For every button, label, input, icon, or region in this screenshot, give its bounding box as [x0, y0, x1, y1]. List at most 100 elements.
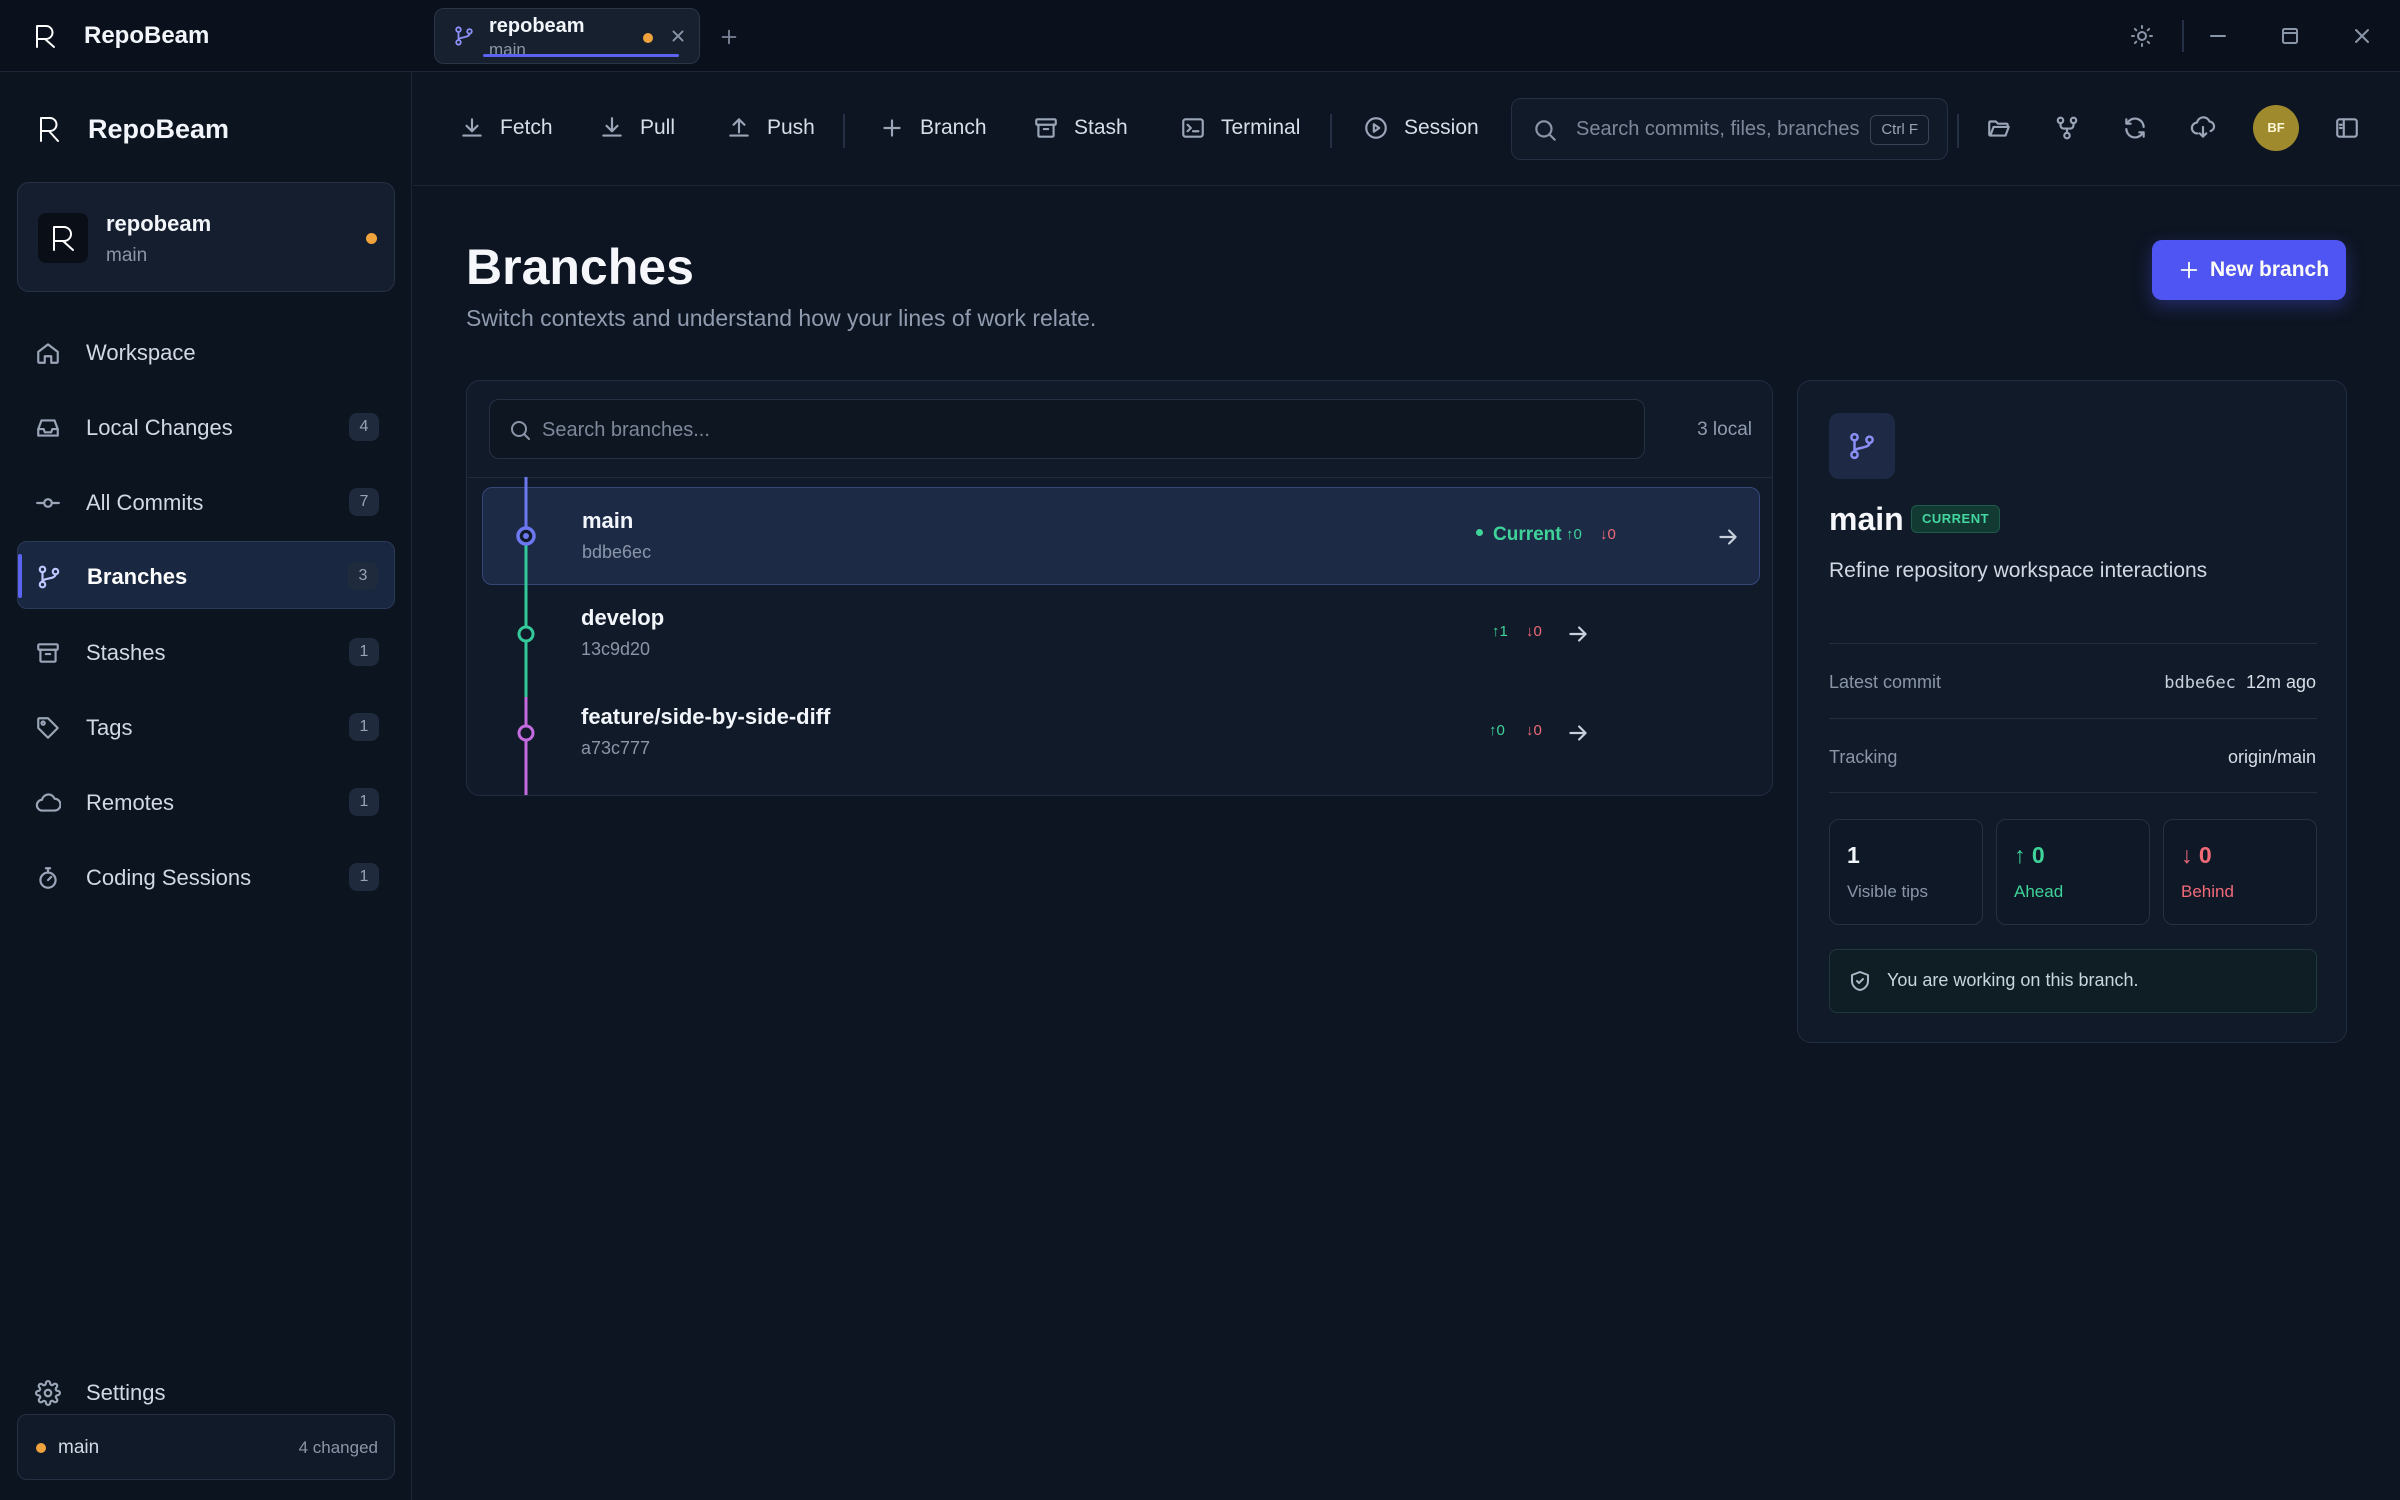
arrow-right-icon[interactable] [1715, 524, 1741, 550]
branch-icon [455, 26, 473, 46]
branch-search-field[interactable] [489, 399, 1645, 459]
sidebar-item-all-commits[interactable]: All Commits 7 [17, 468, 395, 536]
ahead-count: ↑0 [1489, 722, 1505, 739]
behind-label: Behind [2181, 882, 2234, 901]
tab-subtitle: main [489, 40, 526, 59]
arrow-right-icon[interactable] [1565, 720, 1591, 746]
branch-row-develop[interactable]: develop 13c9d20 ↑1 ↓0 [482, 585, 1760, 683]
unsaved-dot-indicator [643, 33, 653, 43]
count-badge: 1 [349, 638, 379, 666]
branch-icon [38, 565, 60, 589]
window-tab-repobeam[interactable]: repobeam main [434, 8, 700, 64]
toggle-panel-icon[interactable] [2334, 115, 2360, 141]
working-branch-note: You are working on this branch. [1829, 949, 2317, 1013]
timer-icon [39, 867, 57, 889]
terminal-label: Terminal [1221, 116, 1301, 139]
count-badge: 7 [349, 488, 379, 516]
new-branch-button[interactable]: New branch [2152, 240, 2346, 300]
sidebar-item-workspace[interactable]: Workspace [17, 318, 395, 386]
terminal-icon [1182, 118, 1204, 138]
count-badge: 3 [348, 562, 378, 590]
detail-divider [1829, 792, 2317, 793]
user-avatar[interactable]: BF [2253, 105, 2299, 151]
sidebar-item-label: All Commits [86, 490, 204, 515]
behind-count: ↓0 [1526, 623, 1542, 640]
sidebar-item-label: Remotes [86, 790, 175, 815]
sidebar-item-remotes[interactable]: Remotes 1 [17, 768, 395, 836]
sidebar-item-label: Tags [86, 715, 133, 740]
repo-logo-icon [53, 226, 74, 251]
tab-title: repobeam [489, 15, 585, 37]
repository-selector[interactable]: repobeam main [17, 182, 395, 292]
latest-commit-value: bdbe6ec 12m ago [2164, 672, 2316, 693]
home-icon [37, 343, 59, 364]
status-branch: main [58, 1437, 100, 1458]
sidebar-item-local-changes[interactable]: Local Changes 4 [17, 393, 395, 461]
latest-commit-label: Latest commit [1829, 672, 1942, 692]
branch-graph [516, 477, 536, 795]
session-label: Session [1404, 116, 1479, 139]
sidebar-item-label: Settings [86, 1380, 166, 1405]
app-name: RepoBeam [84, 22, 210, 49]
branch-status-pill[interactable]: main 4 changed [17, 1414, 395, 1480]
tracking-value: origin/main [2227, 747, 2316, 767]
latest-commit-time: 12m ago [2245, 672, 2316, 692]
search-placeholder: Search commits, files, branches [1576, 118, 1860, 140]
maximize-window-icon[interactable] [2278, 24, 2302, 48]
tag-icon [37, 717, 59, 739]
download-icon [462, 118, 482, 137]
sidebar-item-stashes[interactable]: Stashes 1 [17, 618, 395, 686]
count-badge: 1 [349, 713, 379, 741]
sidebar-item-settings[interactable]: Settings [17, 1366, 395, 1420]
behind-value: ↓ 0 [2181, 842, 2212, 868]
minimize-window-icon[interactable] [2206, 24, 2230, 48]
count-badge: 1 [349, 863, 379, 891]
repo-branch: main [106, 245, 148, 266]
working-branch-text: You are working on this branch. [1887, 970, 2139, 990]
behind-stat: ↓ 0 Behind [2163, 819, 2317, 925]
tracking-label: Tracking [1829, 747, 1898, 767]
branch-label: Branch [920, 116, 987, 139]
branch-search-input[interactable] [542, 410, 1622, 450]
arrow-right-icon[interactable] [1565, 621, 1591, 647]
branch-row-main[interactable]: main bdbe6ec Current ↑0 ↓0 [482, 487, 1760, 585]
sidebar-item-label: Branches [87, 564, 188, 589]
count-badge: 4 [349, 413, 379, 441]
sidebar-item-tags[interactable]: Tags 1 [17, 693, 395, 761]
pull-label: Pull [640, 116, 676, 139]
branch-icon-tile [1829, 413, 1895, 479]
branch-row-feature-side-by-side-diff[interactable]: feature/side-by-side-diff a73c777 ↑0 ↓0 [482, 684, 1760, 782]
search-icon [1535, 120, 1556, 141]
close-tab-icon[interactable] [667, 25, 689, 47]
visible-tips-label: Visible tips [1847, 882, 1928, 901]
sidebar-item-branches[interactable]: Branches 3 [17, 541, 395, 609]
behind-count: ↓0 [1600, 526, 1616, 543]
stash-label: Stash [1074, 116, 1128, 139]
sidebar-item-label: Coding Sessions [86, 865, 252, 890]
ahead-count: ↑1 [1492, 623, 1508, 640]
graph-node-main-core [523, 533, 529, 539]
folder-open-icon[interactable] [1986, 115, 2012, 141]
title-bar: RepoBeam repobeam main [0, 0, 2400, 72]
keyboard-shortcut-hint: Ctrl F [1870, 115, 1929, 145]
fetch-label: Fetch [500, 116, 553, 139]
ahead-stat: ↑ 0 Ahead [1996, 819, 2150, 925]
behind-count: ↓0 [1526, 722, 1542, 739]
new-tab-plus-icon[interactable] [718, 26, 740, 48]
cloud-icon [35, 793, 61, 812]
app-logo-icon [40, 117, 59, 142]
push-label: Push [767, 116, 815, 139]
global-search-input[interactable]: Search commits, files, branches Ctrl F [1511, 98, 1948, 160]
archive-icon [37, 643, 59, 663]
sidebar-app-name: RepoBeam [88, 114, 230, 144]
sun-theme-toggle-icon[interactable] [2130, 24, 2154, 48]
sidebar-item-coding-sessions[interactable]: Coding Sessions 1 [17, 843, 395, 911]
close-window-icon[interactable] [2350, 24, 2374, 48]
commit-icon [36, 498, 60, 508]
branch-detail-card: main CURRENT Refine repository workspace… [1797, 380, 2347, 1043]
cloud-download-icon[interactable] [2190, 115, 2216, 141]
refresh-icon[interactable] [2122, 115, 2148, 141]
archive-icon [1035, 118, 1057, 138]
git-fork-icon[interactable] [2054, 115, 2080, 141]
sidebar: RepoBeam repobeam main Workspace Local C… [0, 72, 412, 1500]
